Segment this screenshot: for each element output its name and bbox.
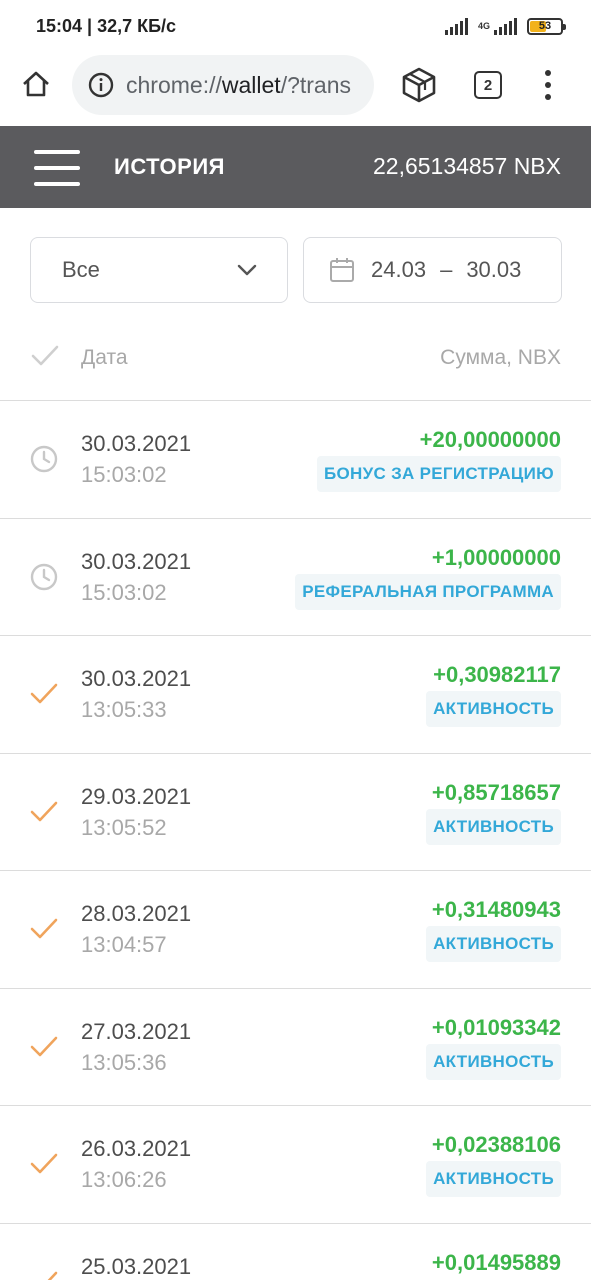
table-row[interactable]: 28.03.2021 13:04:57 +0,31480943 АКТИВНОСТЬ: [0, 871, 591, 989]
address-bar[interactable]: chrome://wallet/?trans: [72, 55, 374, 115]
url-host: wallet: [221, 71, 281, 98]
column-header-sum: Сумма, NBX: [440, 346, 561, 369]
menu-line: [34, 182, 80, 186]
home-button[interactable]: [18, 66, 54, 102]
transactions-list: 30.03.2021 15:03:02 +20,00000000 БОНУС ЗА Р…: [0, 401, 591, 1280]
check-icon: [30, 918, 58, 939]
transaction-date: 30.03.2021: [81, 431, 192, 456]
transaction-amount: +0,31480943: [431, 897, 561, 922]
signal-icon: [444, 17, 468, 35]
transaction-time: 13:04:57: [81, 932, 167, 957]
dot-icon: [545, 82, 551, 88]
date-separator: –: [440, 257, 453, 282]
table-row[interactable]: 27.03.2021 13:05:36 +0,01093342 АКТИВНОСТЬ: [0, 989, 591, 1106]
transaction-time: 13:06:26: [81, 1167, 167, 1192]
transaction-date: 30.03.2021: [81, 548, 192, 574]
date-to: 30.03: [466, 257, 522, 282]
clock-icon: [30, 445, 58, 473]
transaction-amount: +20,00000000: [419, 427, 561, 452]
signal-icon-2: [494, 17, 517, 35]
check-icon: [47, 1271, 58, 1280]
home-icon: [23, 71, 49, 97]
info-icon[interactable]: [88, 72, 114, 98]
transaction-amount: +1,00000000: [431, 544, 561, 570]
cube-icon: [402, 67, 436, 103]
battery-icon: 53: [527, 17, 566, 35]
url-scheme: chrome://: [126, 71, 222, 98]
table-row[interactable]: 25.03.2021 +0,01495889: [0, 1224, 591, 1280]
dot-icon: [545, 70, 551, 76]
table-row[interactable]: 26.03.2021 13:06:26 +0,02388106 АКТИВНОСТЬ: [0, 1106, 591, 1224]
menu-line: [34, 150, 80, 154]
transaction-date: 25.03.2021: [81, 1253, 192, 1279]
clock-icon: [30, 563, 58, 590]
network-type-label: 4G: [477, 20, 490, 31]
transaction-amount: +0,85718657: [431, 779, 561, 805]
page-title: ИСТОРИЯ: [114, 154, 225, 179]
transaction-time: 13:05:33: [81, 697, 167, 722]
transaction-type-select[interactable]: Все: [30, 237, 288, 303]
browser-menu-button[interactable]: [536, 68, 560, 102]
check-icon[interactable]: [31, 344, 59, 368]
transaction-time: 15:03:02: [81, 462, 167, 487]
transaction-type-badge: АКТИВНОСТЬ: [426, 808, 561, 845]
transaction-type-badge: АКТИВНОСТЬ: [426, 1043, 561, 1080]
transaction-amount: +0,02388106: [431, 1132, 561, 1157]
transaction-type-badge: АКТИВНОСТЬ: [426, 1161, 561, 1197]
transaction-time: 15:03:02: [81, 579, 167, 605]
transaction-type-badge: АКТИВНОСТЬ: [426, 926, 561, 962]
tab-switcher-button[interactable]: 2: [474, 71, 502, 99]
app-header: ИСТОРИЯ 22,65134857 NBX: [0, 126, 591, 208]
transaction-date: 26.03.2021: [81, 1136, 192, 1161]
check-icon: [30, 1036, 58, 1056]
hamburger-menu-button[interactable]: [34, 148, 80, 188]
column-header-date: Дата: [81, 346, 128, 369]
date-from: 24.03: [371, 257, 427, 282]
wallet-balance: 22,65134857 NBX: [373, 153, 561, 179]
transaction-amount: +0,01093342: [431, 1014, 561, 1040]
check-icon: [30, 1153, 58, 1174]
calendar-icon: [330, 258, 354, 282]
transaction-time: 13:05:52: [81, 814, 167, 840]
transaction-date: 27.03.2021: [81, 1018, 192, 1044]
transaction-type-badge: БОНУС ЗА РЕГИСТРАЦИЮ: [316, 456, 561, 492]
check-icon: [30, 683, 58, 704]
transaction-amount: +0,01495889: [431, 1249, 561, 1275]
table-row[interactable]: 30.03.2021 15:03:02 +20,00000000 БОНУС ЗА Р…: [0, 401, 591, 519]
transaction-date: 30.03.2021: [81, 666, 192, 691]
dot-icon: [545, 94, 551, 100]
transaction-time: 13:05:36: [81, 1049, 167, 1075]
transaction-date: 29.03.2021: [81, 783, 192, 809]
date-range-picker[interactable]: 24.03 – 30.03: [303, 237, 562, 303]
browser-toolbar: chrome://wallet/?trans 2: [0, 52, 591, 126]
transaction-date: 28.03.2021: [81, 901, 192, 926]
transaction-type-value: Все: [62, 257, 100, 282]
battery-level: 53: [538, 20, 552, 32]
status-bar: 15:04 | 32,7 КБ/с 4G 53: [0, 0, 591, 52]
status-time-speed: 15:04 | 32,7 КБ/с: [36, 16, 177, 36]
transaction-type-badge: РЕФЕРАЛЬНАЯ ПРОГРАММА: [295, 573, 561, 610]
url-path: /?trans: [280, 71, 352, 98]
check-icon: [30, 801, 58, 821]
table-row[interactable]: 30.03.2021 13:05:33 +0,30982117 АКТИВНОСТЬ: [0, 636, 591, 754]
transaction-type-badge: АКТИВНОСТЬ: [426, 691, 561, 727]
url-text[interactable]: chrome://wallet/?trans: [126, 72, 351, 99]
chevron-down-icon: [237, 264, 257, 276]
transaction-amount: +0,30982117: [433, 662, 561, 687]
table-row[interactable]: 29.03.2021 13:05:52 +0,85718657 АКТИВНОСТЬ: [0, 754, 591, 871]
status-icons: 4G 53: [444, 14, 566, 38]
table-header: Дата Сумма, NBX: [0, 330, 591, 401]
menu-line: [34, 166, 80, 170]
extension-button[interactable]: [400, 66, 438, 104]
table-row[interactable]: 30.03.2021 15:03:02 +1,00000000 РЕФЕРАЛЬНАЯ…: [0, 519, 591, 636]
